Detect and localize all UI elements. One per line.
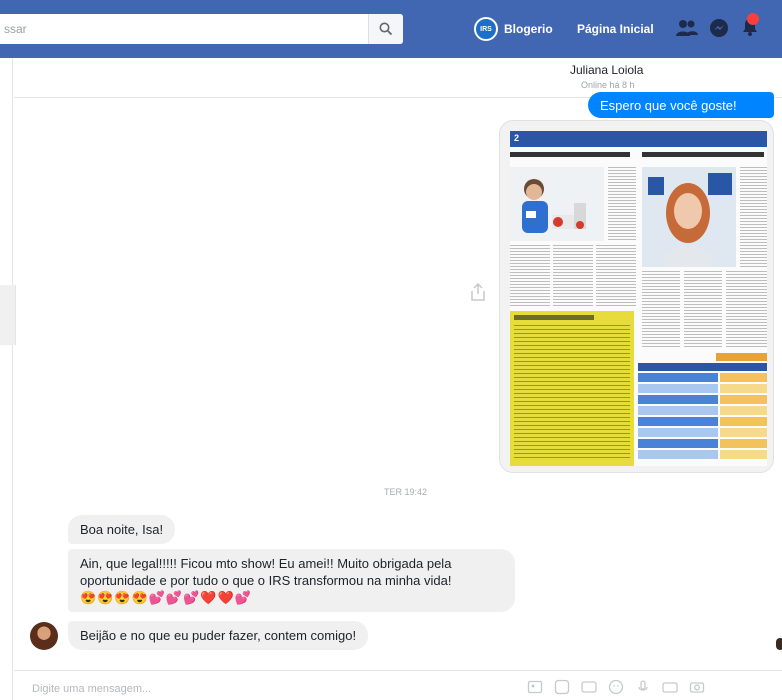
friend-requests-icon[interactable] — [676, 19, 698, 42]
received-message-text: Ain, que legal!!!!! Ficou mto show! Eu a… — [80, 556, 452, 588]
newspaper-headline-left — [510, 152, 630, 157]
sticker-icon[interactable] — [554, 679, 570, 695]
contact-status: Online há 8 h — [581, 80, 635, 90]
received-message: Boa noite, Isa! — [68, 515, 176, 544]
search-placeholder: ssar — [4, 22, 27, 36]
newspaper-headline-right — [642, 152, 764, 157]
photo-icon[interactable] — [527, 679, 543, 695]
avatar: IRS — [474, 17, 498, 41]
received-message: Beijão e no que eu puder fazer, contem c… — [68, 621, 369, 650]
sent-message: Espero que você goste! — [588, 92, 774, 118]
newspaper-results-table — [638, 353, 767, 459]
conversation-list-edge — [0, 58, 13, 700]
notification-badge — [747, 13, 759, 25]
messenger-icon[interactable] — [709, 18, 729, 43]
newspaper-yellow-box — [510, 311, 634, 466]
top-navigation-bar: ssar IRS Blogerio Página Inicial — [0, 0, 782, 58]
contact-name[interactable]: Juliana Loiola — [570, 63, 643, 77]
search-icon — [379, 22, 393, 36]
camera-icon[interactable] — [689, 679, 705, 695]
emoji-line: 😍😍😍😍💕💕💕❤️❤️💕 — [80, 590, 252, 605]
search-input[interactable]: ssar — [0, 14, 403, 44]
read-receipt-avatar — [776, 638, 782, 650]
sender-avatar[interactable] — [30, 622, 58, 650]
notifications-icon[interactable] — [740, 13, 760, 42]
composer-tools — [527, 679, 705, 695]
payment-icon[interactable] — [662, 679, 678, 695]
profile-name: Blogerio — [504, 22, 553, 36]
search-button[interactable] — [368, 14, 403, 44]
received-message: Ain, que legal!!!!! Ficou mto show! Eu a… — [68, 549, 515, 612]
newspaper-photo-boy — [510, 167, 604, 241]
home-link[interactable]: Página Inicial — [577, 22, 654, 36]
newspaper-page-number: 2 — [514, 133, 520, 143]
profile-link[interactable]: IRS Blogerio — [474, 17, 553, 41]
newspaper-photo-woman — [642, 167, 736, 267]
sidebar-handle[interactable] — [0, 285, 16, 345]
newspaper-page: 2 — [510, 131, 767, 466]
message-timestamp: TER 19:42 — [384, 487, 428, 497]
message-input[interactable]: Digite uma mensagem... — [32, 683, 151, 695]
newspaper-image-attachment[interactable]: 2 — [499, 120, 774, 473]
microphone-icon[interactable] — [635, 679, 651, 695]
message-composer[interactable]: Digite uma mensagem... — [14, 670, 782, 700]
gif-icon[interactable] — [581, 679, 597, 695]
newspaper-masthead: 2 — [510, 131, 767, 147]
emoji-icon[interactable] — [608, 679, 624, 695]
share-icon[interactable] — [470, 282, 486, 306]
